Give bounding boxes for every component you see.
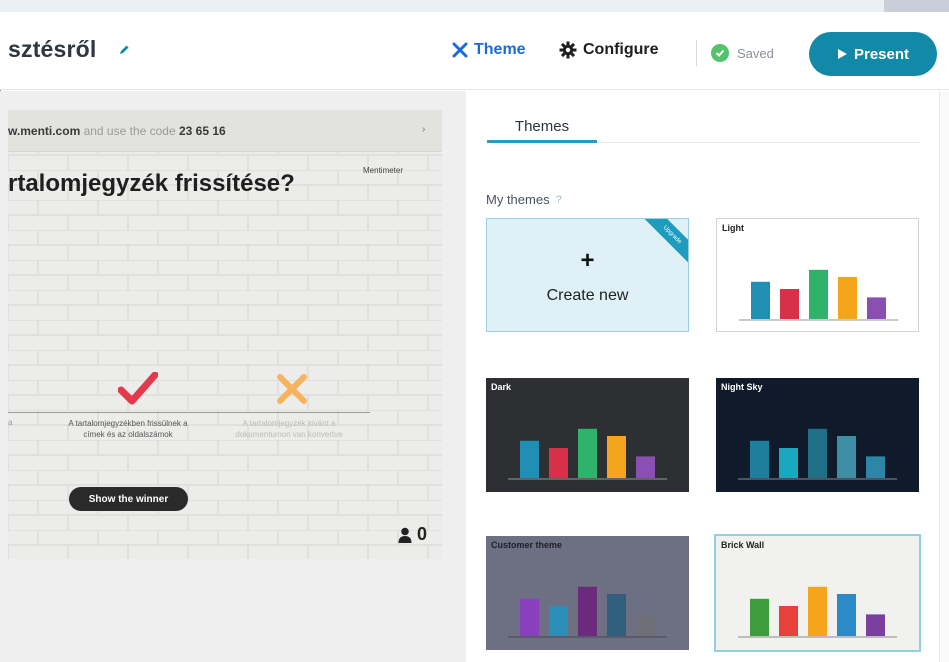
theme-preview-bar — [808, 586, 827, 636]
plus-icon: + — [580, 247, 595, 274]
theme-preview-chart — [738, 428, 897, 480]
theme-preview-bar — [520, 598, 539, 636]
slide-preview[interactable]: w.menti.com and use the code 23 65 16 › … — [8, 110, 442, 559]
theme-preview-bar — [750, 598, 769, 636]
theme-name: Dark — [491, 382, 512, 392]
instructions-bar: w.menti.com and use the code 23 65 16 › — [8, 110, 442, 152]
close-icon — [452, 42, 468, 58]
theme-button[interactable]: Theme — [452, 41, 526, 59]
configure-button[interactable]: Configure — [559, 41, 659, 59]
theme-preview-chart — [739, 269, 898, 321]
header-bar: sztésről Theme Configure Saved Present — [0, 12, 949, 90]
voting-code: 23 65 16 — [178, 124, 226, 138]
my-themes-label: My themes — [486, 192, 550, 207]
mentimeter-logo: Mentimeter — [363, 166, 404, 175]
theme-preview-bar — [549, 448, 568, 478]
menti-url: w.menti.com — [8, 124, 81, 138]
header-divider — [696, 40, 697, 66]
theme-preview-bar — [751, 281, 770, 319]
present-label: Present — [853, 45, 910, 63]
theme-preview-bar — [607, 436, 626, 478]
saved-label: Saved — [737, 45, 774, 61]
theme-card-night-sky[interactable]: Night Sky — [716, 378, 919, 492]
theme-preview-bar — [866, 456, 885, 478]
theme-card-dark[interactable]: Dark — [486, 378, 689, 492]
join-instructions: w.menti.com and use the code 23 65 16 — [8, 124, 226, 138]
theme-preview-bar — [838, 277, 857, 319]
theme-preview-chart — [738, 586, 897, 638]
theme-name: Light — [722, 223, 744, 233]
theme-card-brick-wall[interactable]: Brick Wall — [714, 534, 921, 652]
check-icon — [711, 44, 729, 62]
theme-label: Theme — [474, 41, 526, 58]
instructions-text: and use the code — [80, 124, 179, 138]
theme-preview-bar — [636, 456, 655, 478]
cross-icon — [277, 374, 307, 404]
checkmark-icon — [118, 372, 158, 405]
theme-preview-bar — [779, 606, 798, 636]
pencil-icon[interactable] — [118, 44, 130, 56]
theme-preview-bar — [578, 428, 597, 478]
gear-icon — [559, 41, 577, 59]
theme-preview-bar — [779, 448, 798, 478]
vote-count: 0 — [417, 524, 428, 544]
theme-preview-bar — [809, 269, 828, 319]
option-label-correct: A tartalomjegyzékben frissülnek a címek … — [68, 419, 188, 439]
tab-themes[interactable]: Themes — [487, 118, 597, 135]
theme-preview-bar — [549, 606, 568, 636]
theme-preview-bar — [837, 436, 856, 478]
theme-preview-bar — [866, 614, 885, 636]
theme-preview-bar — [780, 289, 799, 319]
theme-name: Brick Wall — [721, 540, 765, 550]
theme-preview-bar — [636, 614, 655, 636]
person-icon — [398, 527, 412, 543]
tab-divider — [597, 142, 920, 143]
theme-name: Customer theme — [491, 540, 563, 550]
create-new-theme-card[interactable]: Upgrade + Create new — [486, 218, 689, 332]
theme-card-custom[interactable]: Customer theme — [486, 536, 689, 650]
vote-counter: 0 — [398, 524, 427, 545]
configure-label: Configure — [583, 41, 659, 58]
play-icon — [837, 49, 847, 59]
theme-preview-bar — [520, 440, 539, 478]
option-label-0: a — [8, 418, 13, 427]
present-button[interactable]: Present — [809, 32, 937, 76]
theme-preview-bar — [750, 440, 769, 478]
theme-card-light[interactable]: Light — [716, 218, 919, 332]
show-winner-button[interactable]: Show the winner — [69, 487, 188, 511]
horizontal-scrollbar[interactable] — [884, 0, 949, 12]
tab-active-indicator — [487, 140, 597, 143]
theme-preview-chart — [508, 586, 667, 638]
my-themes-heading: My themes ? — [486, 192, 562, 207]
theme-preview-bar — [578, 586, 597, 636]
theme-preview-bar — [837, 594, 856, 636]
saved-status: Saved — [711, 44, 774, 62]
theme-preview-bar — [607, 594, 626, 636]
theme-preview-chart — [508, 428, 667, 480]
theme-preview-bar — [808, 428, 827, 478]
top-strip — [0, 0, 949, 12]
option-label-incorrect: A tartalomjegyzék kivánt a dokumentumon … — [235, 419, 343, 439]
results-baseline — [8, 412, 370, 413]
slide-preview-area: w.menti.com and use the code 23 65 16 › … — [0, 91, 466, 662]
slide-question: rtalomjegyzék frissítése? — [8, 170, 295, 197]
help-icon[interactable]: ? — [556, 194, 562, 206]
chevron-right-icon: › — [422, 124, 426, 135]
theme-preview-bar — [867, 297, 886, 319]
theme-name: Night Sky — [721, 382, 763, 392]
create-new-label: Create new — [546, 287, 629, 304]
vertical-scrollbar[interactable] — [939, 91, 949, 662]
presentation-title[interactable]: sztésről — [8, 36, 97, 63]
